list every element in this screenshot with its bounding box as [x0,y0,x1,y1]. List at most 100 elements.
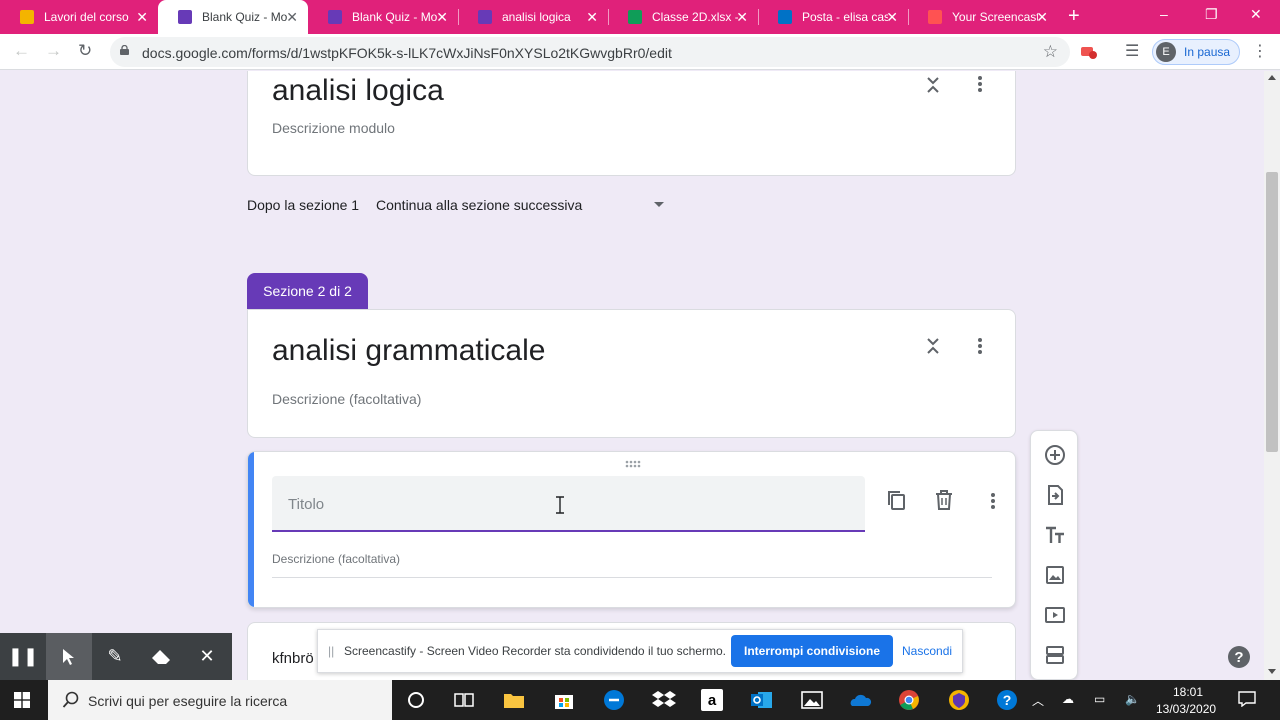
close-icon[interactable]: ✕ [286,9,298,25]
section2-title[interactable]: analisi grammaticale [272,334,545,368]
add-section-icon[interactable] [1044,644,1066,666]
windows-start-icon[interactable] [14,692,30,708]
onedrive-icon[interactable] [848,688,872,712]
tab-blank-quiz-active[interactable]: Blank Quiz - Mo ✕ [158,0,308,34]
lock-icon [120,45,129,55]
tab-posta[interactable]: Posta - elisa cas ✕ [758,0,908,34]
item-description-input[interactable]: Descrizione (facoltativa) [272,550,992,578]
section2-header-card[interactable]: analisi grammaticale Descrizione (facolt… [247,309,1016,438]
close-icon[interactable]: ✕ [886,9,898,25]
section1-title[interactable]: analisi logica [272,74,444,108]
collapse-icon[interactable] [926,76,940,94]
edge-icon[interactable] [602,688,626,712]
clock-date[interactable]: 13/03/2020 [1156,702,1216,716]
notifications-icon[interactable] [1238,691,1256,707]
cortana-icon[interactable] [404,688,428,712]
close-toolbar-icon[interactable]: ✕ [184,633,230,680]
pause-recording-icon[interactable]: ❚❚ [0,633,46,680]
help-button[interactable]: ? [1228,646,1250,668]
screencastify-toolbar: ❚❚ ✎ ✕ [0,633,232,680]
battery-icon[interactable]: ▭ [1094,692,1105,706]
more-options-icon[interactable] [977,75,983,93]
media-controls-icon[interactable]: ☰ [1125,41,1139,61]
close-icon[interactable]: ✕ [736,9,748,25]
task-view-icon[interactable] [452,688,476,712]
more-options-icon[interactable] [990,492,996,510]
hide-banner-link[interactable]: Nascondi [902,644,952,658]
back-icon[interactable]: ← [13,41,30,61]
network-offline-icon[interactable]: ☁ [1062,692,1074,706]
forward-icon[interactable]: → [45,41,62,61]
screencastify-icon [928,10,942,24]
eraser-icon [152,649,170,664]
url-text[interactable]: docs.google.com/forms/d/1wstpKFOK5k-s-lL… [142,45,672,61]
profile-button[interactable]: E In pausa [1152,39,1240,65]
amazon-icon[interactable]: a [700,688,724,712]
tab-label: Classe 2D.xlsx - [652,10,738,24]
active-title-item-card[interactable]: Titolo Descrizione (facoltativa) [247,451,1016,608]
clock-time[interactable]: 18:01 [1166,685,1210,699]
item-title-input[interactable]: Titolo [272,476,865,532]
vpn-app-icon[interactable] [947,688,971,712]
windows-search-box[interactable]: Scrivi qui per eseguire la ricerca [48,680,392,720]
tab-your-screencast[interactable]: Your Screencast ✕ [908,0,1058,34]
restore-icon[interactable]: ❐ [1205,6,1218,23]
scroll-down-icon[interactable] [1268,669,1276,674]
window-close-icon[interactable]: ✕ [1250,6,1262,23]
more-options-icon[interactable] [977,337,983,355]
outlook-app-icon[interactable] [750,688,774,712]
minimize-icon[interactable]: – [1160,6,1168,22]
sheets-icon [628,10,642,24]
tab-blank-quiz[interactable]: Blank Quiz - Mo ✕ [308,0,458,34]
avatar: E [1156,42,1176,62]
photos-icon[interactable] [800,688,824,712]
address-bar: ← → ↻ docs.google.com/forms/d/1wstpKFOK5… [0,34,1280,70]
help-app-icon[interactable]: ? [995,688,1019,712]
file-explorer-icon[interactable] [502,688,526,712]
tab-analisi-logica[interactable]: analisi logica ✕ [458,0,608,34]
omnibox[interactable]: docs.google.com/forms/d/1wstpKFOK5k-s-lL… [110,37,1070,67]
pen-tool-icon[interactable]: ✎ [92,633,138,680]
pointer-tool-icon[interactable] [46,633,92,680]
close-icon[interactable]: ✕ [586,9,598,25]
volume-icon[interactable]: 🔈 [1125,692,1140,706]
tab-lavori-del-corso[interactable]: Lavori del corso ✕ [0,0,158,34]
section1-description[interactable]: Descrizione modulo [272,120,395,136]
duplicate-icon[interactable] [886,490,906,510]
collapse-icon[interactable] [926,337,940,355]
tab-label: analisi logica [502,10,571,24]
bookmark-star-icon[interactable]: ☆ [1043,42,1058,62]
add-question-icon[interactable] [1044,444,1066,466]
new-tab-button[interactable]: + [1068,6,1080,26]
section1-header-card[interactable]: analisi logica Descrizione modulo [247,71,1016,176]
eraser-tool-icon[interactable] [138,633,184,680]
close-icon[interactable]: ✕ [1036,9,1048,25]
dropdown-caret-icon[interactable] [654,202,664,207]
screencastify-extension-icon[interactable] [1080,43,1098,61]
add-video-icon[interactable] [1044,604,1066,626]
dropbox-icon[interactable] [652,688,676,712]
add-title-icon[interactable] [1044,524,1066,546]
chrome-icon[interactable] [897,688,921,712]
svg-text:a: a [708,692,717,709]
page-scrollbar[interactable] [1264,71,1280,680]
add-image-icon[interactable] [1044,564,1066,586]
after-section-dropdown[interactable]: Continua alla sezione successiva [376,197,582,213]
browser-menu-icon[interactable]: ⋮ [1252,41,1268,61]
tray-chevron-icon[interactable]: ︿ [1032,692,1044,709]
drag-grip-icon[interactable]: || [328,644,334,658]
next-item-title[interactable]: kfnbrö [272,650,314,667]
section2-description[interactable]: Descrizione (facoltativa) [272,391,421,407]
reload-icon[interactable]: ↻ [78,41,92,61]
close-icon[interactable]: ✕ [136,9,148,25]
delete-icon[interactable] [935,490,953,510]
drag-handle-icon[interactable] [625,460,641,468]
scroll-thumb[interactable] [1266,172,1278,452]
stop-sharing-button[interactable]: Interrompi condivisione [731,635,893,667]
import-questions-icon[interactable] [1044,484,1066,506]
close-icon[interactable]: ✕ [436,9,448,25]
tab-classe-2d[interactable]: Classe 2D.xlsx - ✕ [608,0,758,34]
tab-label: Blank Quiz - Mo [352,10,438,24]
microsoft-store-icon[interactable] [552,688,576,712]
scroll-up-icon[interactable] [1268,75,1276,80]
